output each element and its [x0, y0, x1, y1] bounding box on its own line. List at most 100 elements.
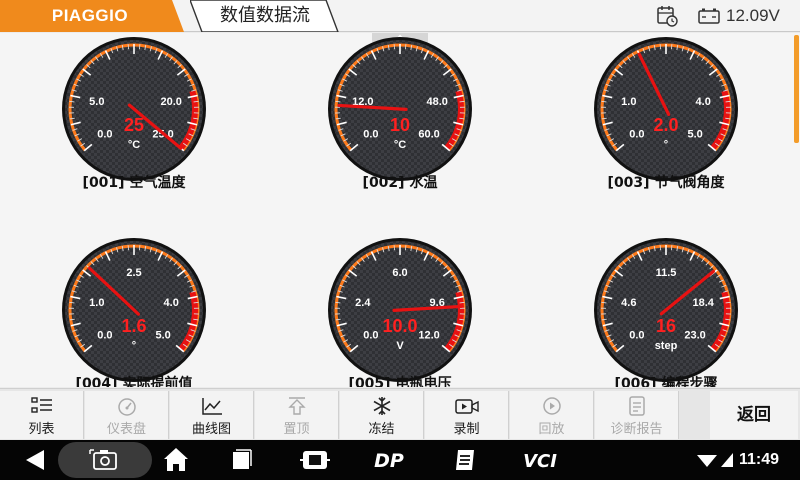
gauge-caption: [001] 空气温度 — [82, 175, 186, 191]
gauge-unit: step — [655, 340, 678, 352]
gauge-value: 16 — [656, 316, 676, 336]
dashboard-icon — [117, 398, 136, 416]
gauge-tick — [601, 100, 607, 103]
gauge-tick-label: 4.0 — [696, 96, 711, 108]
report-icon — [628, 396, 645, 416]
gauge-value: 1.6 — [121, 316, 146, 336]
gauge-tick — [69, 100, 75, 103]
gauge-6[interactable]: 0.0 4.6 11.5 18.4 23.0 16 step — [566, 210, 766, 387]
gauge-tick-label: 1.0 — [89, 297, 104, 309]
gauge-tick — [459, 100, 465, 103]
gauge-tick-label: 48.0 — [426, 96, 447, 108]
gauge-5[interactable]: 0.0 2.4 6.0 9.6 12.0 10.0 V — [300, 210, 500, 387]
gauge-tick-label: 20.0 — [160, 96, 181, 108]
gauge-unit: ° — [132, 340, 136, 352]
top-bar: PIAGGIO 数值数据流 12.09V — [0, 0, 800, 33]
vehicle-app-icon[interactable] — [300, 440, 330, 480]
record-button-label: 录制 — [453, 422, 480, 437]
gauge-tick — [69, 301, 75, 304]
vci-app-icon[interactable]: VCI — [520, 440, 560, 480]
gauge-tick — [193, 100, 199, 103]
replay-button[interactable]: 回放 — [510, 391, 594, 439]
gauge-tick-label: 0.0 — [629, 329, 644, 341]
gauge-caption: [006] 编程步骤 — [614, 376, 718, 387]
notes-app-icon[interactable] — [452, 440, 478, 480]
home-icon[interactable] — [162, 440, 190, 480]
line-chart-icon — [201, 398, 222, 415]
gauge-tick-label: 0.0 — [629, 128, 644, 140]
gauge-tick-label: 12.0 — [418, 329, 439, 341]
pin-top-button-label: 置顶 — [283, 422, 310, 437]
gauge-caption: [003] 节气阀角度 — [607, 175, 725, 191]
gauge-tick — [335, 100, 341, 103]
line-chart-button-label: 曲线图 — [191, 422, 231, 437]
dp-app-icon[interactable]: DP — [366, 440, 412, 480]
freeze-button-label: 冻结 — [368, 422, 395, 437]
gauge-4[interactable]: 0.0 1.0 2.5 4.0 5.0 1.6 ° — [34, 210, 234, 387]
record-video-icon — [454, 399, 479, 414]
pin-top-button[interactable]: 置顶 — [255, 391, 339, 439]
list-icon — [30, 397, 52, 413]
freeze-button[interactable]: 冻结 — [340, 391, 424, 439]
gauge-tick-label: 1.0 — [621, 96, 636, 108]
gauge-unit: °C — [128, 139, 140, 151]
gauge-panel[interactable]: 0.05.020.025.025°C[001] 空气温度0.012.048.06… — [0, 33, 800, 387]
gauge-tick — [193, 301, 199, 304]
gauge-value: 10.0 — [382, 316, 417, 336]
gauge-value: 10 — [390, 115, 410, 135]
page-title: 数值数据流 — [220, 5, 310, 26]
diagnostic-report-button-label: 诊断报告 — [610, 422, 663, 437]
battery-icon — [698, 8, 720, 24]
gauge-tick-label: 0.0 — [97, 329, 112, 341]
pin-top-icon — [287, 397, 306, 415]
gauge-tick-label: 60.0 — [418, 128, 439, 140]
gauge-tick-label: 2.4 — [355, 297, 371, 309]
calendar-clock-icon[interactable] — [656, 5, 678, 27]
gauge-tick-label: 23.0 — [684, 329, 705, 341]
recents-icon[interactable] — [228, 440, 254, 480]
snowflake-icon — [373, 397, 390, 415]
list-button[interactable]: 列表 — [0, 391, 84, 439]
dashboard-button-label: 仪表盘 — [106, 422, 146, 437]
scrollbar-thumb[interactable] — [794, 35, 799, 143]
line-chart-button[interactable]: 曲线图 — [170, 391, 254, 439]
vci-app-label: VCI — [523, 451, 557, 472]
bottom-toolbar: 列表 仪表盘 曲线图 置顶 冻结 录制 回放 诊断报告 返回 — [0, 388, 800, 440]
replay-icon — [542, 397, 561, 415]
record-button[interactable]: 录制 — [425, 391, 509, 439]
battery-voltage: 12.09V — [726, 6, 780, 25]
gauge-tick — [601, 301, 607, 304]
dashboard-button[interactable]: 仪表盘 — [85, 391, 169, 439]
dp-app-label: DP — [374, 450, 404, 472]
system-nav-bar: DP VCI 11:49 — [0, 440, 800, 480]
gauge-tick-label: 5.0 — [89, 96, 104, 108]
gauge-value: 25 — [124, 115, 144, 135]
gauge-tick-label: 6.0 — [392, 267, 407, 279]
gauge-value: 2.0 — [653, 115, 678, 135]
gauge-tick-label: 0.0 — [97, 128, 112, 140]
gauge-tick — [335, 301, 341, 304]
gauge-tick-label: 0.0 — [363, 329, 378, 341]
gauge-tick-label: 5.0 — [687, 128, 702, 140]
gauge-tick-label: 2.5 — [126, 267, 141, 279]
screenshot-button[interactable] — [58, 440, 152, 480]
gauge-unit: V — [396, 340, 404, 352]
gauge-tick-label: 0.0 — [363, 128, 378, 140]
wifi-icon — [696, 440, 718, 480]
gauge-tick-label: 11.5 — [656, 267, 677, 279]
list-button-label: 列表 — [28, 422, 55, 437]
gauge-caption: [005] 电瓶电压 — [348, 376, 452, 387]
gauge-tick — [725, 301, 731, 304]
system-clock: 11:49 — [739, 451, 780, 468]
back-icon[interactable] — [20, 440, 50, 480]
signal-icon — [720, 440, 734, 480]
gauge-caption: [002] 水温 — [362, 175, 438, 191]
gauge-tick-label: 4.0 — [164, 297, 179, 309]
gauge-caption: [004] 实际提前值 — [75, 376, 193, 387]
gauge-tick-label: 18.4 — [692, 297, 714, 309]
gauge-unit: °C — [394, 139, 406, 151]
replay-button-label: 回放 — [538, 422, 565, 437]
brand-label: PIAGGIO — [51, 6, 129, 25]
diagnostic-report-button[interactable]: 诊断报告 — [595, 391, 679, 439]
back-button[interactable]: 返回 — [710, 391, 798, 439]
